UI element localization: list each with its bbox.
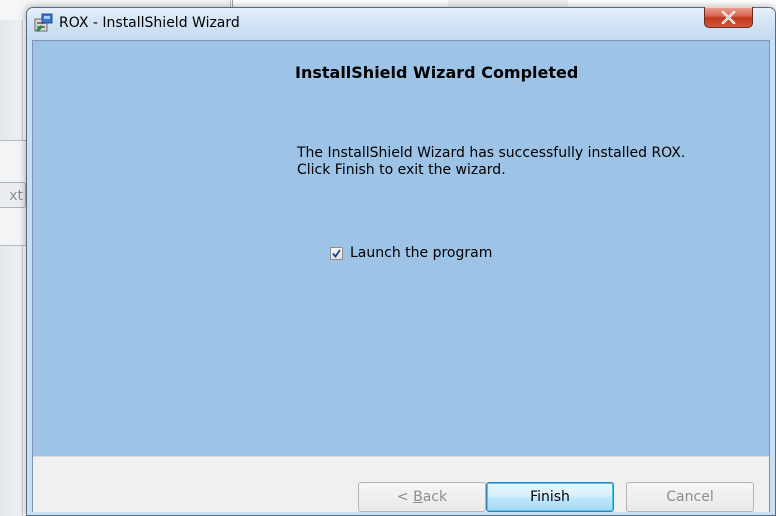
launch-program-option[interactable]: Launch the program xyxy=(330,243,492,263)
installshield-wizard-window: ROX - InstallShield Wizard InstallShield… xyxy=(26,7,776,516)
completion-message: The InstallShield Wizard has successfull… xyxy=(297,145,757,179)
checkmark-icon xyxy=(332,248,341,258)
back-button-prefix: < xyxy=(396,489,414,505)
close-icon xyxy=(721,11,736,24)
back-button-rest: ack xyxy=(422,489,448,505)
wizard-content-panel: InstallShield Wizard Completed The Insta… xyxy=(32,40,770,512)
launch-program-checkbox[interactable] xyxy=(330,246,343,260)
back-button-mnemonic: B xyxy=(413,489,423,505)
cancel-button[interactable]: Cancel xyxy=(626,482,754,512)
close-button[interactable] xyxy=(704,7,753,28)
launch-program-label[interactable]: Launch the program xyxy=(350,245,492,261)
message-line-1: The InstallShield Wizard has successfull… xyxy=(297,145,686,161)
window-title: ROX - InstallShield Wizard xyxy=(59,15,240,31)
back-button[interactable]: < Back xyxy=(358,482,486,512)
title-bar[interactable]: ROX - InstallShield Wizard xyxy=(27,7,775,40)
page-heading: InstallShield Wizard Completed xyxy=(295,63,579,82)
background-strip xyxy=(0,0,23,516)
background-next-button: xt xyxy=(0,182,26,208)
installer-icon xyxy=(33,13,53,33)
finish-button[interactable]: Finish xyxy=(486,482,614,512)
message-line-2: Click Finish to exit the wizard. xyxy=(297,162,506,178)
button-bar: < Back Finish Cancel xyxy=(33,456,769,512)
